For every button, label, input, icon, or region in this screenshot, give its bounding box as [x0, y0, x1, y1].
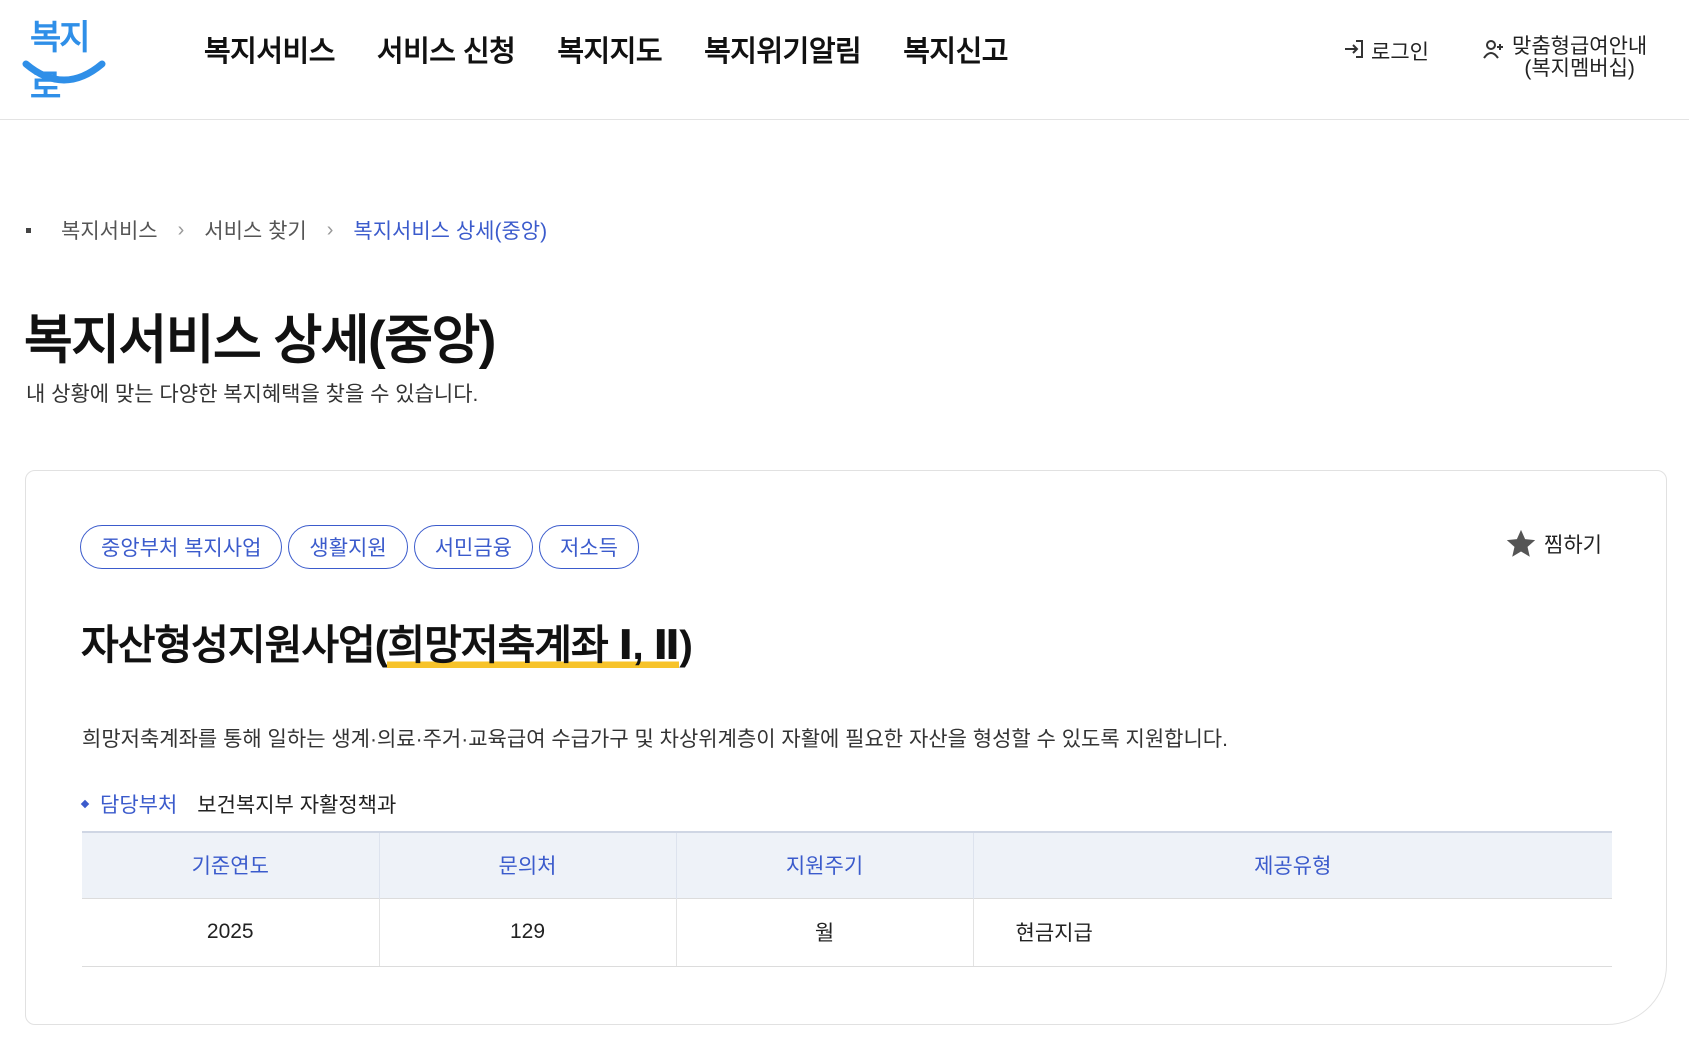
- nav-welfare-map[interactable]: 복지지도: [557, 28, 662, 70]
- chevron-right-icon: ›: [177, 218, 185, 241]
- cell-provision-type: 현금지급: [972, 897, 1612, 967]
- favorite-button[interactable]: 찜하기: [1504, 527, 1602, 561]
- favorite-label: 찜하기: [1544, 534, 1602, 557]
- logo[interactable]: 복지로: [22, 10, 106, 107]
- nav-welfare-report[interactable]: 복지신고: [903, 28, 1008, 70]
- service-title-suffix: ): [679, 622, 693, 668]
- nav-service-apply[interactable]: 서비스 신청: [377, 28, 516, 70]
- service-description: 희망저축계좌를 통해 일하는 생계·의료·주거·교육급여 수급가구 및 차상위계…: [82, 728, 1228, 751]
- page-title: 복지서비스 상세(중앙): [24, 311, 496, 370]
- tag-low-income[interactable]: 저소득: [538, 525, 639, 569]
- cell-base-year: 2025: [82, 897, 379, 967]
- service-title: 자산형성지원사업(희망저축계좌 Ⅰ, Ⅱ): [81, 611, 693, 671]
- breadcrumb-item-welfare-services[interactable]: 복지서비스: [61, 215, 158, 245]
- membership-label-line2: (복지멤버십): [1524, 57, 1635, 80]
- header-contact: 문의처: [378, 832, 676, 898]
- membership-label-line1: 맞춤형급여안내: [1512, 35, 1648, 58]
- cell-support-cycle: 월: [675, 897, 973, 967]
- star-icon: [1506, 529, 1536, 557]
- table-row: 2025 129 월 현금지급: [82, 897, 1612, 967]
- breadcrumb-home-dot: [26, 227, 31, 233]
- site-header: 복지로 복지서비스 서비스 신청 복지지도 복지위기알림 복지신고 로그인 맞춤…: [0, 0, 1689, 120]
- membership-button[interactable]: 맞춤형급여안내 (복지멤버십): [1482, 36, 1647, 80]
- service-title-highlight: 희망저축계좌 Ⅰ, Ⅱ: [387, 622, 680, 668]
- nav-welfare-services[interactable]: 복지서비스: [204, 28, 335, 70]
- department-label: 담당부처: [100, 794, 178, 817]
- breadcrumb-item-current: 복지서비스 상세(중앙): [353, 220, 548, 243]
- department-value: 보건복지부 자활정책과: [197, 794, 397, 817]
- main-nav: 복지서비스 서비스 신청 복지지도 복지위기알림 복지신고: [204, 28, 1008, 70]
- header-base-year: 기준연도: [82, 832, 379, 898]
- login-label: 로그인: [1371, 41, 1429, 64]
- breadcrumb: 복지서비스 › 서비스 찾기 › 복지서비스 상세(중앙): [26, 215, 547, 245]
- breadcrumb-item-service-search[interactable]: 서비스 찾기: [204, 215, 306, 245]
- service-detail-card: 중앙부처 복지사업 생활지원 서민금융 저소득 찜하기 자산형성지원사업(희망저…: [25, 470, 1667, 1025]
- tag-central-ministry[interactable]: 중앙부처 복지사업: [80, 525, 283, 569]
- department-info: 담당부처 보건복지부 자활정책과: [80, 789, 397, 819]
- nav-crisis-alert[interactable]: 복지위기알림: [704, 28, 862, 70]
- membership-label: 맞춤형급여안내 (복지멤버십): [1512, 36, 1647, 80]
- cell-contact: 129: [378, 897, 676, 967]
- tag-living-support[interactable]: 생활지원: [288, 525, 408, 569]
- member-icon: [1483, 40, 1503, 59]
- page-description: 내 상황에 맞는 다양한 복지혜택을 찾을 수 있습니다.: [26, 383, 479, 406]
- login-button[interactable]: 로그인: [1343, 36, 1429, 66]
- diamond-bullet-icon: [80, 799, 90, 809]
- service-info-table: 기준연도 문의처 지원주기 제공유형 2025 129 월 현금지급: [82, 831, 1612, 967]
- header-support-cycle: 지원주기: [675, 832, 973, 898]
- table-header-row: 기준연도 문의처 지원주기 제공유형: [82, 832, 1612, 898]
- logo-smile-icon: [22, 60, 106, 84]
- chevron-right-icon: ›: [326, 218, 334, 241]
- tag-public-finance[interactable]: 서민금융: [413, 525, 533, 569]
- login-icon: [1345, 40, 1363, 58]
- header-provision-type: 제공유형: [972, 832, 1612, 898]
- service-tags: 중앙부처 복지사업 생활지원 서민금융 저소득: [80, 525, 639, 569]
- service-title-prefix: 자산형성지원사업(: [81, 622, 388, 668]
